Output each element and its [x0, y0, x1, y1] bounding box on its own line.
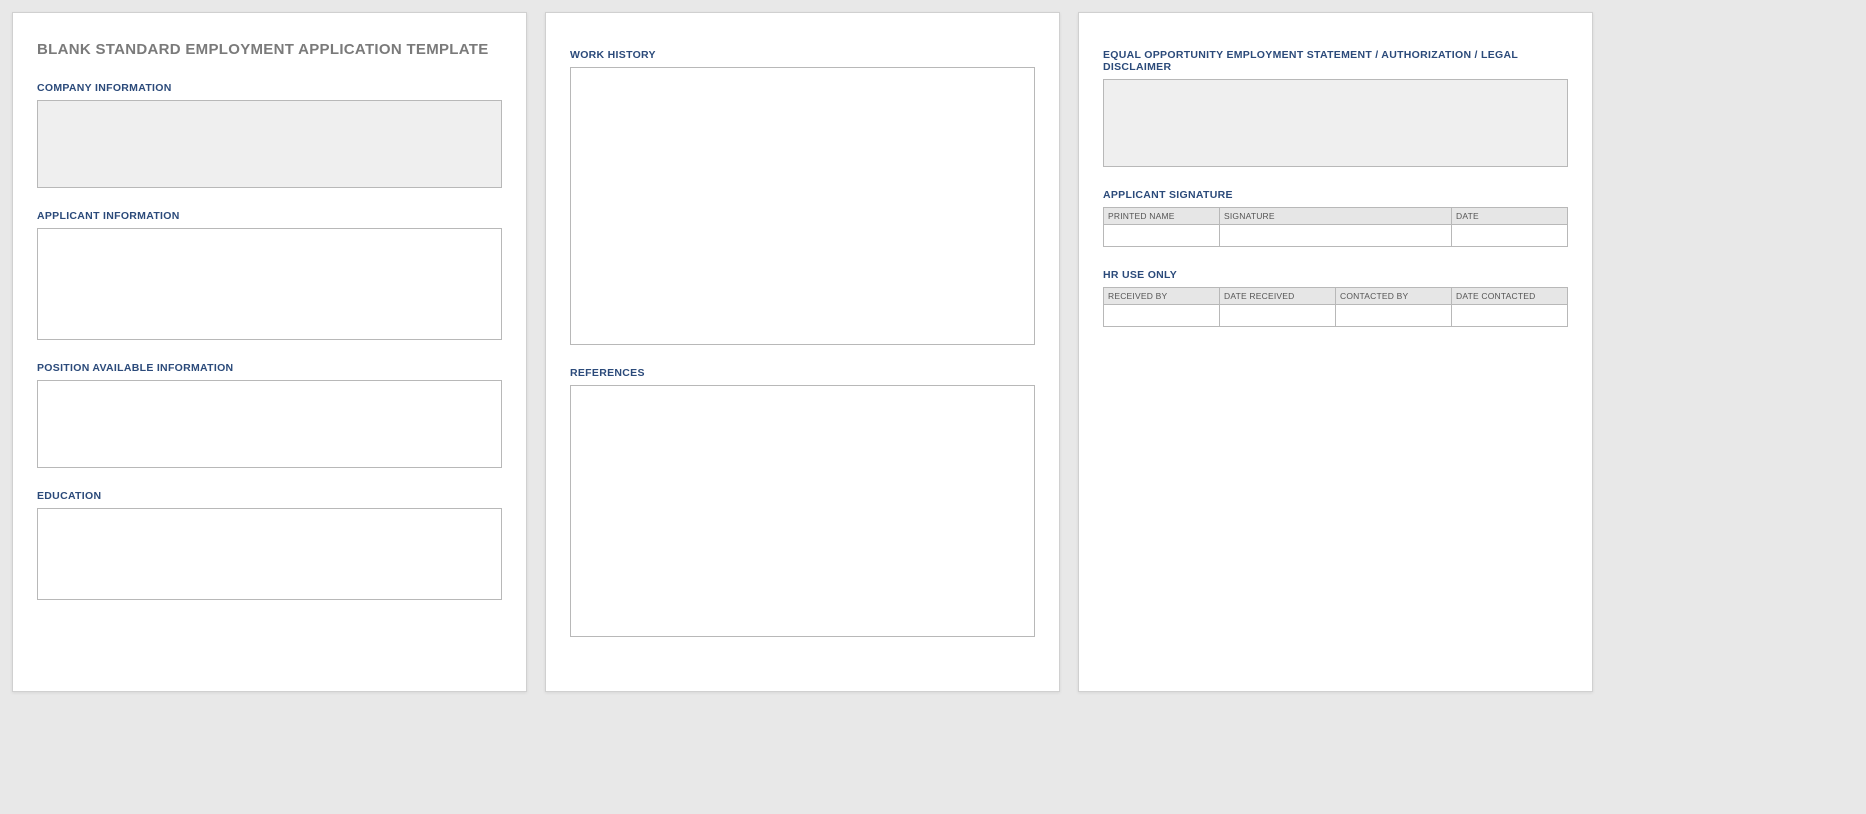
page-1: BLANK STANDARD EMPLOYMENT APPLICATION TE…: [12, 12, 527, 692]
hr-col-received-by: RECEIVED BY: [1104, 288, 1220, 305]
sig-col-signature: SIGNATURE: [1220, 208, 1452, 225]
sig-col-printed-name: PRINTED NAME: [1104, 208, 1220, 225]
references-label: REFERENCES: [570, 367, 1035, 379]
document-title: BLANK STANDARD EMPLOYMENT APPLICATION TE…: [37, 41, 502, 58]
page-2: WORK HISTORY REFERENCES: [545, 12, 1060, 692]
printed-name-cell[interactable]: [1104, 225, 1220, 247]
work-history-field[interactable]: [570, 67, 1035, 345]
sig-col-date: DATE: [1452, 208, 1568, 225]
signature-cell[interactable]: [1220, 225, 1452, 247]
education-field[interactable]: [37, 508, 502, 600]
sig-date-cell[interactable]: [1452, 225, 1568, 247]
hr-col-date-received: DATE RECEIVED: [1220, 288, 1336, 305]
hr-row: [1104, 305, 1568, 327]
signature-row: [1104, 225, 1568, 247]
hr-label: HR USE ONLY: [1103, 269, 1568, 281]
eeo-label: EQUAL OPPORTUNITY EMPLOYMENT STATEMENT /…: [1103, 49, 1568, 73]
hr-col-contacted-by: CONTACTED BY: [1336, 288, 1452, 305]
education-label: EDUCATION: [37, 490, 502, 502]
received-by-cell[interactable]: [1104, 305, 1220, 327]
references-field[interactable]: [570, 385, 1035, 637]
applicant-info-label: APPLICANT INFORMATION: [37, 210, 502, 222]
work-history-label: WORK HISTORY: [570, 49, 1035, 61]
hr-table: RECEIVED BY DATE RECEIVED CONTACTED BY D…: [1103, 287, 1568, 327]
date-received-cell[interactable]: [1220, 305, 1336, 327]
date-contacted-cell[interactable]: [1452, 305, 1568, 327]
position-info-field[interactable]: [37, 380, 502, 468]
company-info-label: COMPANY INFORMATION: [37, 82, 502, 94]
company-info-field[interactable]: [37, 100, 502, 188]
applicant-info-field[interactable]: [37, 228, 502, 340]
contacted-by-cell[interactable]: [1336, 305, 1452, 327]
page-3: EQUAL OPPORTUNITY EMPLOYMENT STATEMENT /…: [1078, 12, 1593, 692]
position-info-label: POSITION AVAILABLE INFORMATION: [37, 362, 502, 374]
hr-col-date-contacted: DATE CONTACTED: [1452, 288, 1568, 305]
signature-table: PRINTED NAME SIGNATURE DATE: [1103, 207, 1568, 247]
eeo-field[interactable]: [1103, 79, 1568, 167]
signature-label: APPLICANT SIGNATURE: [1103, 189, 1568, 201]
